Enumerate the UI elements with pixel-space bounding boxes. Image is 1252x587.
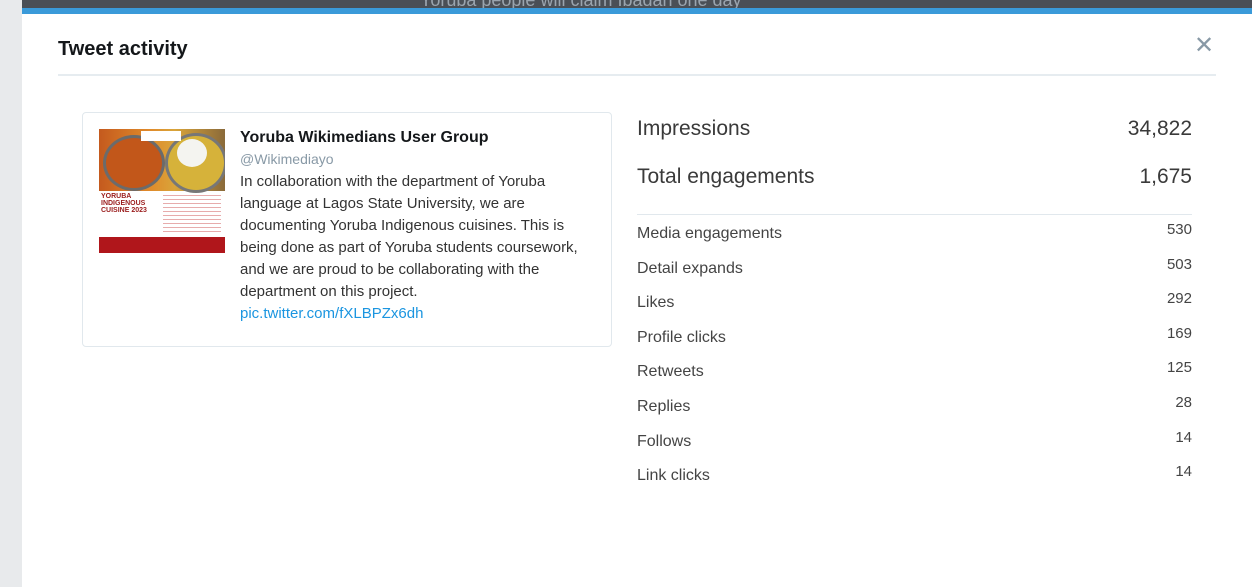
stat-value: 503 xyxy=(1166,255,1192,273)
stat-value: 14 xyxy=(1175,463,1192,481)
thumbnail-rice xyxy=(177,139,207,167)
stat-row: Profile clicks 169 xyxy=(637,319,1192,354)
stat-row: Replies 28 xyxy=(637,388,1192,423)
stat-label: Follows xyxy=(637,432,692,450)
thumbnail-stew-bowl xyxy=(103,135,165,191)
stat-label: Impressions xyxy=(637,117,751,140)
tweet-media-link[interactable]: pic.twitter.com/fXLBPZx6dh xyxy=(240,305,423,322)
stat-label: Detail expands xyxy=(637,259,743,277)
stat-row: Link clicks 14 xyxy=(637,457,1192,492)
stat-value: 14 xyxy=(1175,428,1192,446)
stat-impressions: Impressions 34,822 xyxy=(637,112,1192,160)
stat-value: 1,675 xyxy=(1139,165,1192,188)
stat-label: Profile clicks xyxy=(637,328,726,346)
stat-row: Media engagements 530 xyxy=(637,215,1192,250)
tweet-card[interactable]: YORUBA INDIGENOUS CUISINE 2023 Yoruba Wi… xyxy=(82,112,612,347)
stat-label: Link clicks xyxy=(637,467,710,485)
close-icon[interactable]: ✕ xyxy=(1192,34,1216,58)
tweet-text-content: In collaboration with the department of … xyxy=(240,173,578,300)
modal-title: Tweet activity xyxy=(58,38,188,60)
stat-total-engagements: Total engagements 1,675 xyxy=(637,160,1192,208)
thumbnail-food-photo xyxy=(99,129,225,193)
stat-row: Retweets 125 xyxy=(637,353,1192,388)
stat-label: Retweets xyxy=(637,363,704,381)
stat-row: Follows 14 xyxy=(637,423,1192,458)
thumbnail-logos xyxy=(141,131,181,141)
tweet-media-thumbnail[interactable]: YORUBA INDIGENOUS CUISINE 2023 xyxy=(99,129,225,253)
stat-value: 530 xyxy=(1166,221,1192,238)
thumbnail-footer-bar xyxy=(99,237,225,253)
stat-value: 292 xyxy=(1166,290,1192,308)
stat-value: 125 xyxy=(1166,359,1192,377)
tweet-activity-modal: Tweet activity ✕ YORUBA INDIGENOUS CUISI… xyxy=(22,8,1252,587)
stat-value: 28 xyxy=(1175,393,1192,411)
stat-row: Likes 292 xyxy=(637,284,1192,319)
modal-header: Tweet activity ✕ xyxy=(58,32,1216,76)
background-page-edge xyxy=(0,0,22,587)
stat-value: 34,822 xyxy=(1127,117,1192,140)
stat-row: Detail expands 503 xyxy=(637,250,1192,285)
thumbnail-title: YORUBA INDIGENOUS CUISINE 2023 xyxy=(101,193,147,214)
stat-label: Likes xyxy=(637,294,675,312)
stat-label: Total engagements xyxy=(637,165,815,188)
tweet-author[interactable]: Yoruba Wikimedians User Group xyxy=(240,127,600,149)
tweet-body: Yoruba Wikimedians User Group @Wikimedia… xyxy=(240,127,600,325)
stat-label: Replies xyxy=(637,397,691,415)
stat-value: 169 xyxy=(1166,324,1192,342)
stats-panel: Impressions 34,822 Total engagements 1,6… xyxy=(637,112,1192,492)
thumbnail-text-block xyxy=(163,195,221,235)
stat-label: Media engagements xyxy=(637,225,782,242)
tweet-text: In collaboration with the department of … xyxy=(240,171,600,325)
tweet-handle[interactable]: @Wikimediayo xyxy=(240,149,600,169)
